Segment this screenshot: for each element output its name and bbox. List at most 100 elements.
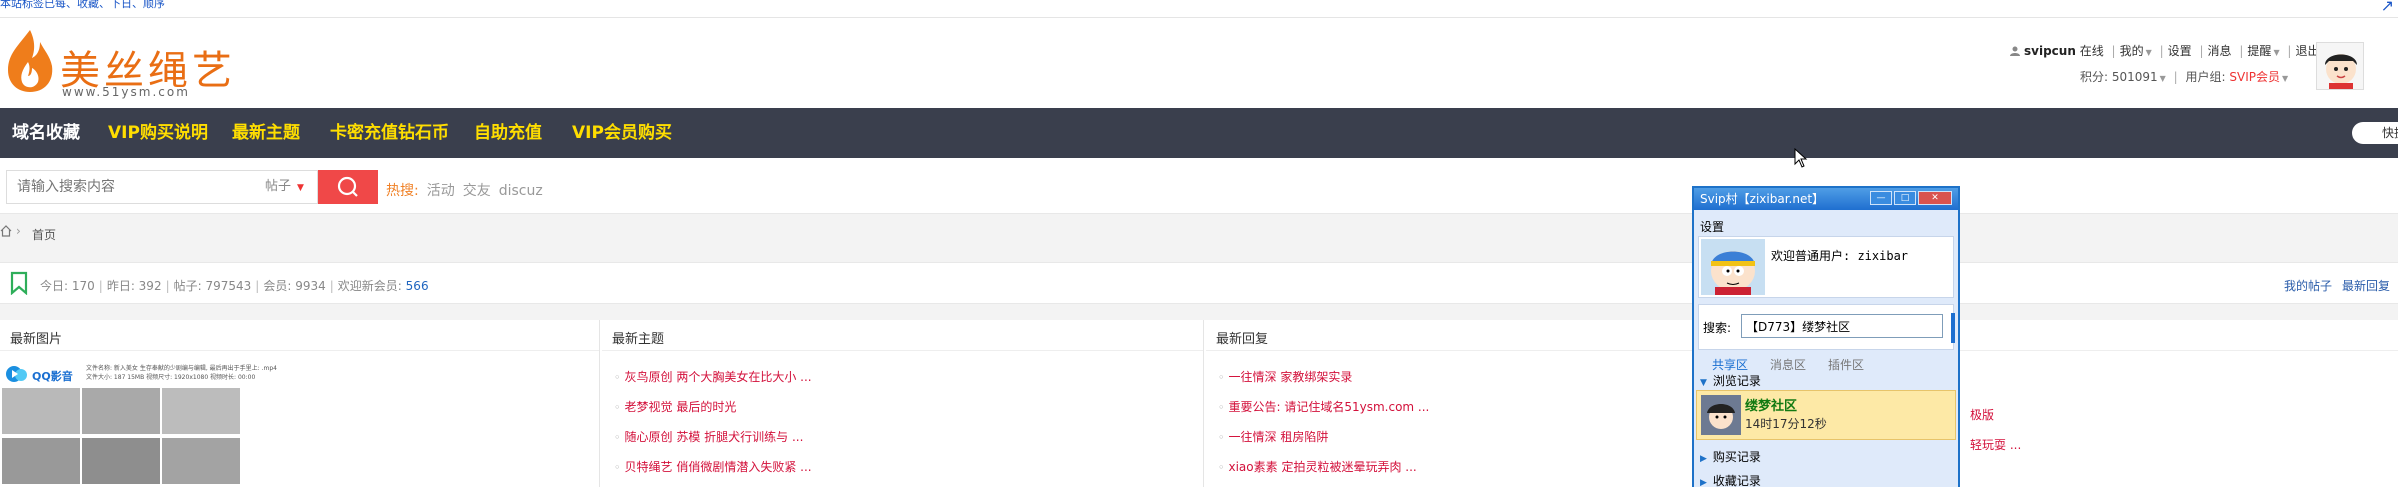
- window-menu-settings[interactable]: 设置: [1700, 218, 1724, 235]
- stat-posts: 帖子: 797543: [173, 279, 252, 293]
- reply-link[interactable]: xiao素素 定拍灵粒被迷晕玩弄肉 ...: [1218, 460, 1429, 487]
- group-purchase-history[interactable]: ▶ 购买记录: [1700, 448, 1761, 465]
- window-search-label: 搜索:: [1703, 321, 1732, 335]
- search-section: 帖子▼ 热搜: 活动交友 discuz: [0, 158, 2398, 214]
- window-search-input[interactable]: [1741, 314, 1943, 338]
- avatar-face-icon: [1707, 404, 1735, 429]
- svip-helper-window: Svip村【zixibar.net】 — □ ✕ 设置 欢迎普通用户: zixi…: [1692, 186, 1960, 487]
- column-title: 最新图片: [10, 332, 63, 347]
- flame-logo-icon: [8, 30, 53, 92]
- topic-link[interactable]: 随心原创 苏模 折腿犬行训练与 ...: [614, 430, 812, 460]
- thumbnail: [82, 438, 160, 484]
- triangle-right-icon: ▶: [1700, 454, 1707, 464]
- thumbnail: [162, 388, 240, 434]
- breadcrumb-home[interactable]: 首页: [32, 226, 56, 243]
- stats-text: 今日: 170 | 昨日: 392 | 帖子: 797543 | 会员: 9934 | 欢迎新会…: [40, 279, 429, 293]
- main-nav: 域名收藏 VIP购买说明 最新主题 卡密充值钻石币 自助充值 VIP会员购买 快…: [0, 108, 2398, 158]
- topic-link[interactable]: 轻玩耍 ...: [1970, 436, 2021, 453]
- stat-today: 今日: 170: [40, 279, 95, 293]
- topic-link[interactable]: 极版: [1970, 406, 1994, 423]
- video-meta: 文件名称: 新入美女 生存奉献的少剧编与编辑, 最后再出于手里上: .mp4 文…: [86, 365, 277, 381]
- user-icon: [2010, 46, 2020, 56]
- site-logo[interactable]: 美丝绳艺 www.51ysm.com: [0, 28, 232, 99]
- history-item[interactable]: 缕梦社区 14时17分12秒: [1696, 390, 1956, 440]
- search-button[interactable]: [318, 170, 378, 204]
- history-time: 14时17分12秒: [1745, 417, 1827, 431]
- nav-item-vip-buy[interactable]: VIP会员购买: [572, 108, 672, 158]
- messages-link[interactable]: 消息: [2208, 44, 2232, 58]
- logo-url: www.51ysm.com: [62, 85, 190, 99]
- thumbnail: [2, 388, 80, 434]
- usergroup-value[interactable]: SVIP会员: [2229, 70, 2280, 84]
- my-posts-link[interactable]: 我的帖子: [2284, 279, 2332, 293]
- home-icon[interactable]: [0, 225, 12, 237]
- column-title: 最新主题: [612, 332, 665, 347]
- reply-link[interactable]: 一往情深 租房陷阱: [1218, 430, 1429, 460]
- avatar[interactable]: [2316, 42, 2364, 90]
- reply-link[interactable]: 一往情深 家教绑架实录: [1218, 370, 1429, 400]
- latest-picture[interactable]: QQ影音 文件名称: 新入美女 生存奉献的少剧编与编辑, 最后再出于手里上: .…: [0, 360, 298, 487]
- group-favorites[interactable]: ▶ 收藏记录: [1700, 472, 1761, 487]
- latest-reply-link[interactable]: 最新回复: [2342, 279, 2390, 293]
- user-panel: svipcun 在线 | 我的 ▼ | 设置 | 消息 | 提醒 ▼ | 退出 积分: 501…: [2010, 42, 2360, 92]
- qq-player-icon: [6, 366, 27, 382]
- group-browse-history[interactable]: ▼ 浏览记录: [1700, 372, 1761, 389]
- settings-link[interactable]: 设置: [2168, 44, 2192, 58]
- breadcrumb-separator: ›: [16, 224, 21, 238]
- thumbnail: [162, 438, 240, 484]
- thumbnail: [2, 438, 80, 484]
- nav-item-self-recharge[interactable]: 自助充值: [474, 108, 542, 158]
- site-header: 美丝绳艺 www.51ysm.com svipcun 在线 | 我的 ▼ | 设置 |…: [0, 18, 2398, 108]
- topic-link[interactable]: 贝特绳艺 俏俏微剧情潜入失败紧 ...: [614, 460, 812, 487]
- reply-link[interactable]: 重要公告: 请记住域名51ysm.com ...: [1218, 400, 1430, 430]
- nav-item-latest[interactable]: 最新主题: [232, 108, 300, 158]
- portal-columns: 最新图片 QQ影音 文件名称: 新入美女 生存奉献的少剧编与编辑, 最后再出于手…: [0, 320, 2398, 487]
- close-icon[interactable]: ✕: [1918, 191, 1952, 205]
- stat-members: 会员: 9934: [263, 279, 326, 293]
- quick-nav-button[interactable]: 快捷: [2352, 122, 2398, 144]
- minimize-icon[interactable]: —: [1870, 191, 1892, 205]
- hot-word[interactable]: 交友: [463, 183, 491, 199]
- history-name: 缕梦社区: [1745, 399, 1798, 414]
- triangle-right-icon: ▶: [1700, 478, 1707, 487]
- maximize-icon[interactable]: □: [1894, 191, 1916, 205]
- window-tabs: 共享区 消息区 插件区: [1712, 356, 1886, 373]
- topic-link[interactable]: 灰鸟原创 两个大胸美女在比大小 ...: [614, 370, 812, 400]
- username-link[interactable]: svipcun: [2024, 44, 2076, 58]
- scrollbar[interactable]: [1951, 313, 1955, 343]
- welcome-text: 欢迎普通用户: zixibar: [1771, 249, 1909, 263]
- stat-welcome: 欢迎新会员:: [337, 279, 402, 293]
- search-type-select[interactable]: 帖子 ▼: [265, 171, 304, 203]
- nav-item-card-recharge[interactable]: 卡密充值钻石币: [330, 108, 449, 158]
- points-link[interactable]: 积分: 501091: [2080, 70, 2158, 84]
- nav-item-vip-info[interactable]: VIP购买说明: [108, 108, 208, 158]
- top-notice-text[interactable]: 本站标签已每、收藏、下日、顺序: [0, 0, 165, 9]
- tab-plugins[interactable]: 插件区: [1828, 358, 1864, 372]
- window-search-box: 搜索:: [1698, 304, 1955, 350]
- online-status[interactable]: 在线: [2080, 44, 2104, 58]
- chevron-down-icon: ▼: [297, 183, 304, 193]
- history-avatar: [1701, 395, 1741, 435]
- profile-card: 欢迎普通用户: zixibar: [1698, 236, 1954, 298]
- chevron-down-icon: ▼: [2159, 74, 2166, 83]
- hot-search: 热搜: 活动 交友 discuz: [386, 180, 543, 200]
- nav-item-domain[interactable]: 域名收藏: [12, 108, 80, 158]
- reminders-link[interactable]: 提醒: [2247, 44, 2271, 58]
- hot-word[interactable]: 活动: [427, 183, 455, 199]
- tab-share[interactable]: 共享区: [1712, 358, 1748, 372]
- chevron-down-icon: ▼: [2282, 74, 2289, 83]
- hot-word[interactable]: discuz: [499, 183, 543, 199]
- usergroup-label: 用户组:: [2185, 70, 2226, 84]
- search-input[interactable]: [7, 171, 247, 203]
- triangle-down-icon: ▼: [1700, 378, 1707, 388]
- tab-messages[interactable]: 消息区: [1770, 358, 1806, 372]
- search-box: 帖子▼: [6, 170, 318, 204]
- newest-member-link[interactable]: 566: [406, 279, 429, 293]
- hot-search-label: 热搜:: [386, 183, 419, 199]
- search-icon: [337, 176, 358, 197]
- my-menu[interactable]: 我的: [2120, 44, 2144, 58]
- chevron-down-icon: ▼: [2145, 48, 2152, 57]
- topic-link[interactable]: 老梦视觉 最后的时光: [614, 400, 812, 430]
- corner-arrow-icon[interactable]: ↗: [2381, 0, 2394, 15]
- mouse-cursor-icon: [1794, 148, 1808, 168]
